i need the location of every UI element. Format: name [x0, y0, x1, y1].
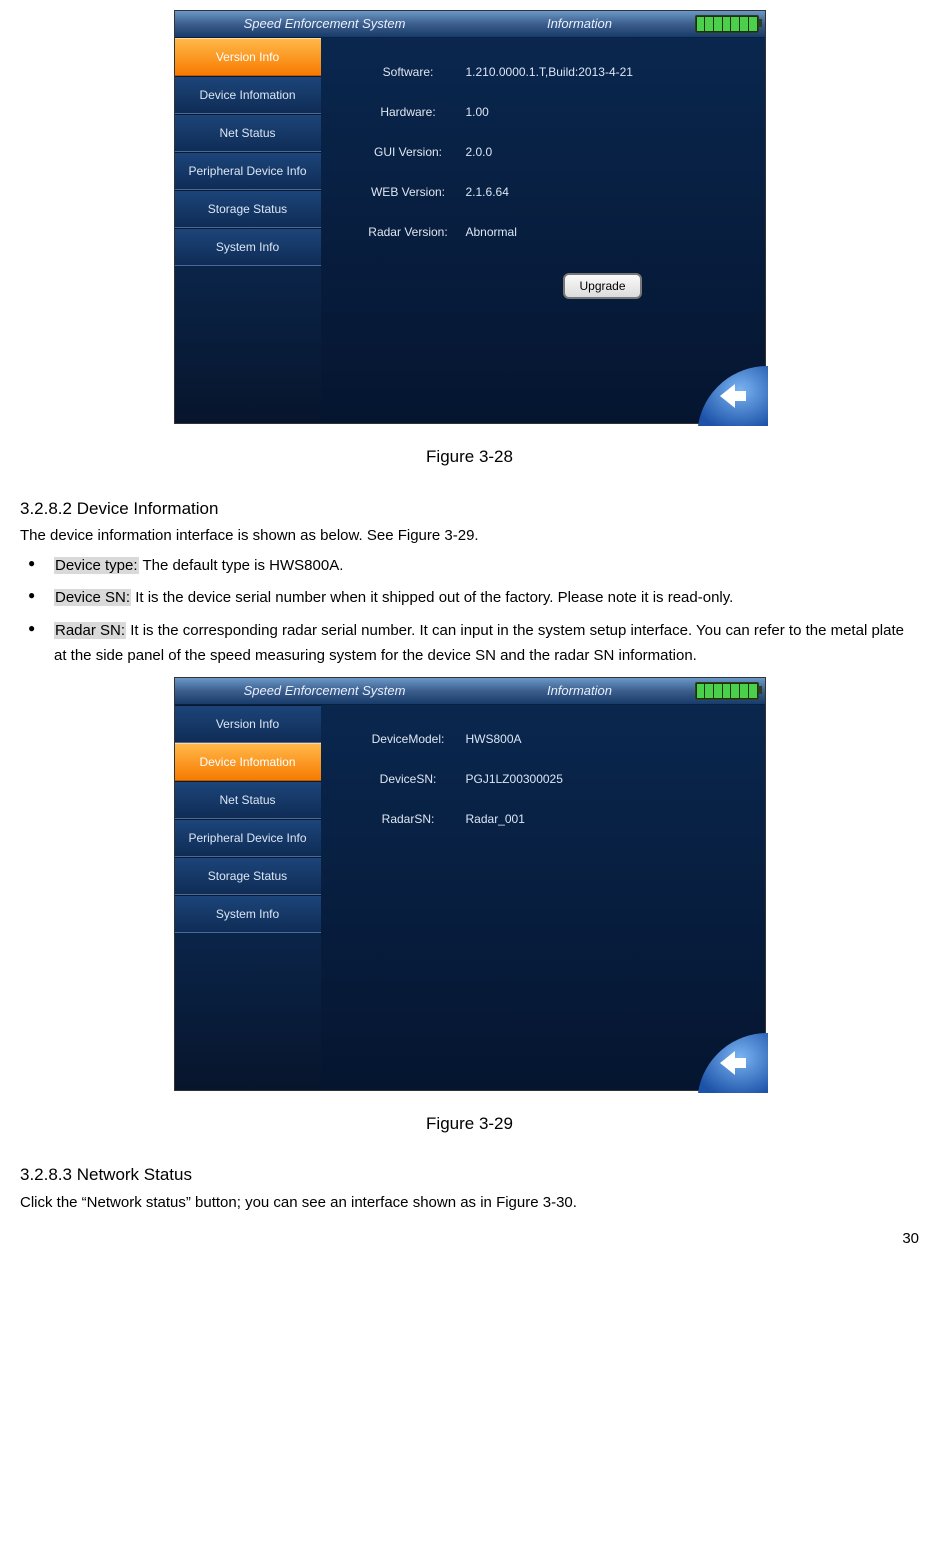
- list-item: Device type: The default type is HWS800A…: [20, 554, 919, 579]
- main-panel: DeviceModel:HWS800A DeviceSN:PGJ1LZ003000…: [321, 705, 765, 1090]
- info-row: RadarSN:Radar_001: [351, 810, 745, 828]
- titlebar: Speed Enforcement System Information: [175, 678, 765, 705]
- info-label: RadarSN:: [351, 810, 466, 828]
- app-title: Speed Enforcement System: [175, 14, 465, 34]
- bullet-term: Radar SN:: [54, 622, 126, 639]
- battery-icon: [695, 682, 759, 700]
- titlebar: Speed Enforcement System Information: [175, 11, 765, 38]
- app-title: Speed Enforcement System: [175, 681, 465, 701]
- info-value: 2.0.0: [466, 143, 493, 161]
- info-label: DeviceModel:: [351, 730, 466, 748]
- sidebar-item-device-infomation[interactable]: Device Infomation: [175, 76, 321, 114]
- figure-caption: Figure 3-28: [20, 444, 919, 470]
- info-row: Software:1.210.0000.1.T,Build:2013-4-21: [351, 63, 745, 81]
- device-screenshot-version-info: Speed Enforcement System Information Ver…: [174, 10, 766, 424]
- info-row: DeviceSN:PGJ1LZ00300025: [351, 770, 745, 788]
- info-row: DeviceModel:HWS800A: [351, 730, 745, 748]
- page-heading: Information: [465, 14, 695, 34]
- sidebar-item-system-info[interactable]: System Info: [175, 228, 321, 266]
- info-label: Hardware:: [351, 103, 466, 121]
- battery-icon: [695, 15, 759, 33]
- bullet-list: Device type: The default type is HWS800A…: [20, 554, 919, 669]
- info-value: PGJ1LZ00300025: [466, 770, 563, 788]
- info-value: Abnormal: [466, 223, 517, 241]
- section-intro: Click the “Network status” button; you c…: [20, 1192, 919, 1215]
- info-value: Radar_001: [466, 810, 525, 828]
- sidebar-item-version-info[interactable]: Version Info: [175, 705, 321, 743]
- info-label: WEB Version:: [351, 183, 466, 201]
- info-row: GUI Version:2.0.0: [351, 143, 745, 161]
- page-heading: Information: [465, 681, 695, 701]
- sidebar: Version InfoDevice InfomationNet StatusP…: [175, 38, 321, 423]
- sidebar-item-peripheral-device-info[interactable]: Peripheral Device Info: [175, 819, 321, 857]
- sidebar-item-peripheral-device-info[interactable]: Peripheral Device Info: [175, 152, 321, 190]
- sidebar-item-storage-status[interactable]: Storage Status: [175, 190, 321, 228]
- section-heading-device-information: 3.2.8.2 Device Information: [20, 496, 919, 522]
- info-row: WEB Version:2.1.6.64: [351, 183, 745, 201]
- sidebar-item-storage-status[interactable]: Storage Status: [175, 857, 321, 895]
- sidebar: Version InfoDevice InfomationNet StatusP…: [175, 705, 321, 1090]
- section-intro: The device information interface is show…: [20, 525, 919, 548]
- info-value: 1.210.0000.1.T,Build:2013-4-21: [466, 63, 633, 81]
- list-item: Device SN: It is the device serial numbe…: [20, 586, 919, 611]
- sidebar-item-net-status[interactable]: Net Status: [175, 114, 321, 152]
- info-row: Radar Version:Abnormal: [351, 223, 745, 241]
- main-panel: Software:1.210.0000.1.T,Build:2013-4-21 H…: [321, 38, 765, 423]
- sidebar-item-version-info[interactable]: Version Info: [175, 38, 321, 76]
- figure-caption: Figure 3-29: [20, 1111, 919, 1137]
- info-value: 1.00: [466, 103, 489, 121]
- info-label: Radar Version:: [351, 223, 466, 241]
- page-number: 30: [902, 1228, 919, 1251]
- back-arrow-icon[interactable]: [698, 366, 768, 426]
- bullet-term: Device SN:: [54, 589, 131, 606]
- list-item: Radar SN: It is the corresponding radar …: [20, 619, 919, 669]
- info-label: DeviceSN:: [351, 770, 466, 788]
- section-heading-network-status: 3.2.8.3 Network Status: [20, 1162, 919, 1188]
- bullet-term: Device type:: [54, 557, 139, 574]
- sidebar-item-net-status[interactable]: Net Status: [175, 781, 321, 819]
- sidebar-item-system-info[interactable]: System Info: [175, 895, 321, 933]
- back-arrow-icon[interactable]: [698, 1033, 768, 1093]
- device-screenshot-device-information: Speed Enforcement System Information Ver…: [174, 677, 766, 1091]
- info-value: HWS800A: [466, 730, 522, 748]
- info-label: GUI Version:: [351, 143, 466, 161]
- info-row: Hardware:1.00: [351, 103, 745, 121]
- info-label: Software:: [351, 63, 466, 81]
- upgrade-button[interactable]: Upgrade: [563, 273, 641, 299]
- sidebar-item-device-infomation[interactable]: Device Infomation: [175, 743, 321, 781]
- info-value: 2.1.6.64: [466, 183, 509, 201]
